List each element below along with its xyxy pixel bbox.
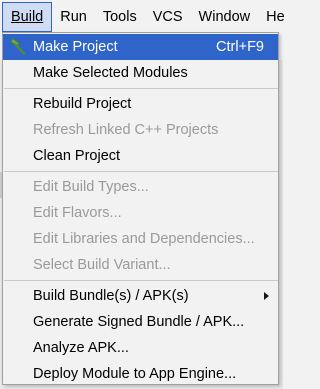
menu-item-make-project[interactable]: Make Project Ctrl+F9 — [3, 34, 278, 60]
menu-run-label: Run — [60, 9, 87, 25]
menu-item-label: Rebuild Project — [33, 96, 132, 112]
menu-vcs[interactable]: VCS — [145, 2, 191, 32]
menu-item-label: Edit Libraries and Dependencies... — [33, 231, 255, 247]
menu-separator — [4, 171, 278, 172]
menu-item-deploy-module[interactable]: Deploy Module to App Engine... — [3, 361, 278, 387]
menu-window[interactable]: Window — [191, 2, 259, 32]
menu-item-build-bundles[interactable]: Build Bundle(s) / APK(s) — [3, 283, 278, 309]
menu-bar: Build Run Tools VCS Window He — [0, 0, 285, 34]
menu-item-label: Make Project — [33, 39, 118, 55]
menu-item-label: Clean Project — [33, 148, 121, 164]
background-panel-right — [279, 60, 283, 389]
menu-separator — [4, 280, 278, 281]
menu-item-label: Refresh Linked C++ Projects — [33, 122, 219, 138]
shortcut-label: Ctrl+F9 — [216, 39, 264, 55]
menu-item-label: Edit Flavors... — [33, 205, 122, 221]
menu-help[interactable]: He — [258, 2, 293, 32]
menu-item-generate-signed[interactable]: Generate Signed Bundle / APK... — [3, 309, 278, 335]
hammer-icon — [9, 38, 27, 56]
menu-item-label: Select Build Variant... — [33, 257, 171, 273]
menu-build-label: Build — [11, 9, 44, 25]
menu-tools[interactable]: Tools — [95, 2, 145, 32]
menu-item-label: Build Bundle(s) / APK(s) — [33, 288, 189, 304]
menu-vcs-label: VCS — [152, 9, 183, 25]
menu-item-label: Deploy Module to App Engine... — [33, 366, 237, 382]
menu-item-analyze-apk[interactable]: Analyze APK... — [3, 335, 278, 361]
menu-item-label: Make Selected Modules — [33, 65, 188, 81]
menu-window-label: Window — [198, 9, 251, 25]
menu-item-select-build-variant: Select Build Variant... — [3, 252, 278, 278]
menu-item-clean-project[interactable]: Clean Project — [3, 143, 278, 169]
menu-item-refresh-linked-cpp: Refresh Linked C++ Projects — [3, 117, 278, 143]
menu-item-label: Generate Signed Bundle / APK... — [33, 314, 245, 330]
menu-help-label: He — [266, 9, 285, 25]
menu-item-edit-flavors: Edit Flavors... — [3, 200, 278, 226]
menu-item-edit-libraries: Edit Libraries and Dependencies... — [3, 226, 278, 252]
menu-tools-label: Tools — [102, 9, 137, 25]
menu-item-edit-build-types: Edit Build Types... — [3, 174, 278, 200]
menu-run[interactable]: Run — [52, 2, 95, 32]
build-menu-dropdown: Make Project Ctrl+F9 Make Selected Modul… — [2, 32, 279, 385]
menu-separator — [4, 88, 278, 89]
menu-build[interactable]: Build — [2, 2, 53, 32]
submenu-arrow-icon — [264, 292, 269, 300]
menu-item-label: Analyze APK... — [33, 340, 129, 356]
menu-item-make-selected-modules[interactable]: Make Selected Modules — [3, 60, 278, 86]
menu-item-label: Edit Build Types... — [33, 179, 149, 195]
menu-item-rebuild-project[interactable]: Rebuild Project — [3, 91, 278, 117]
